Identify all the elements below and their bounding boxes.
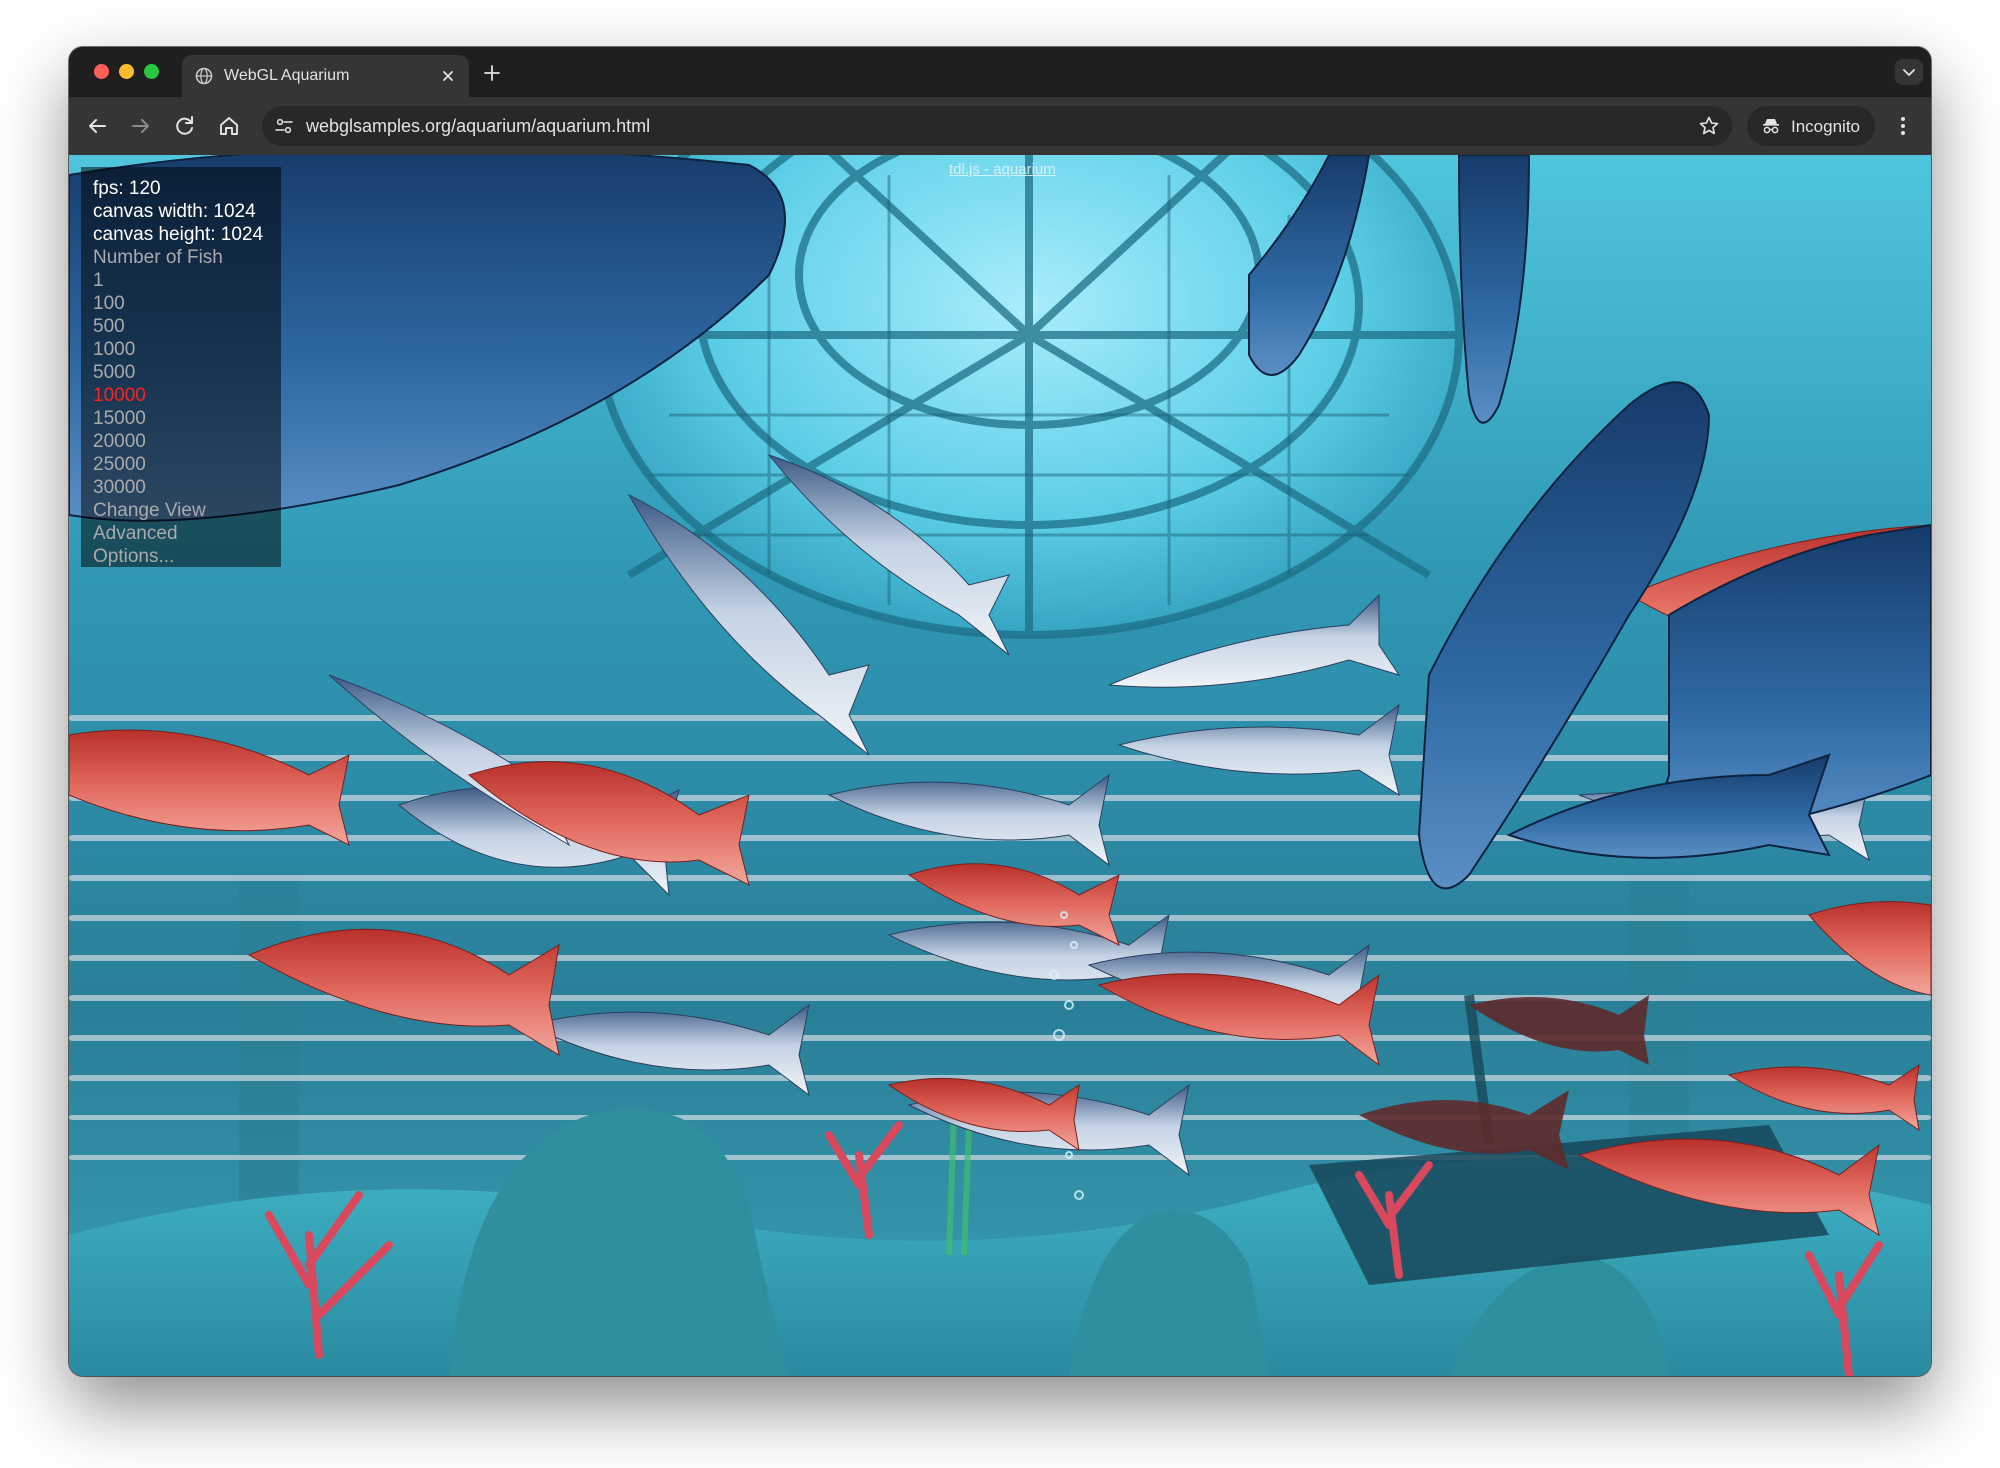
address-bar[interactable]: webglsamples.org/aquarium/aquarium.html bbox=[262, 106, 1732, 146]
info-text: fps: 120 canvas width: 1024 canvas heigh… bbox=[93, 177, 263, 568]
tab-strip: WebGL Aquarium bbox=[69, 47, 1931, 97]
incognito-icon bbox=[1763, 119, 1779, 134]
site-settings-icon[interactable] bbox=[274, 116, 294, 136]
fish-option-20000[interactable]: 20000 bbox=[93, 430, 263, 453]
fish-option-10000[interactable]: 10000 bbox=[93, 384, 263, 407]
aquarium-canvas[interactable] bbox=[69, 155, 1931, 1376]
tab-title: WebGL Aquarium bbox=[224, 67, 350, 84]
fish-option-100[interactable]: 100 bbox=[93, 292, 263, 315]
close-window-button[interactable] bbox=[94, 64, 109, 79]
incognito-profile-button[interactable]: Incognito bbox=[1747, 106, 1875, 146]
toolbar: webglsamples.org/aquarium/aquarium.html … bbox=[69, 97, 1931, 155]
incognito-label: Incognito bbox=[1791, 117, 1860, 136]
fish-option-30000[interactable]: 30000 bbox=[93, 476, 263, 499]
page-content: tdl.js - aquarium fps: 120 canvas width:… bbox=[69, 155, 1931, 1376]
canvas-height-readout: canvas height: 1024 bbox=[93, 224, 264, 245]
minimize-window-button[interactable] bbox=[119, 64, 134, 79]
fish-count-heading: Number of Fish bbox=[93, 247, 223, 268]
tab-webgl-aquarium[interactable]: WebGL Aquarium bbox=[182, 55, 469, 97]
fps-readout: fps: 120 bbox=[93, 178, 161, 199]
page-header: tdl.js - aquarium bbox=[949, 161, 1056, 178]
home-icon[interactable] bbox=[215, 112, 243, 140]
back-arrow-icon[interactable] bbox=[83, 112, 111, 140]
fish-option-5000[interactable]: 5000 bbox=[93, 361, 263, 384]
fish-option-1[interactable]: 1 bbox=[93, 269, 263, 292]
tab-search-button[interactable] bbox=[1895, 59, 1923, 85]
change-view-link[interactable]: Change View bbox=[93, 499, 263, 522]
close-tab-icon[interactable] bbox=[437, 65, 459, 87]
globe-icon bbox=[195, 67, 213, 85]
options-link[interactable]: Options... bbox=[93, 545, 263, 568]
chevron-down-icon bbox=[1903, 69, 1915, 76]
browser-window: WebGL Aquarium webglsamples.org/aquarium… bbox=[69, 47, 1931, 1376]
bookmark-star-icon[interactable] bbox=[1698, 115, 1720, 137]
canvas-width-readout: canvas width: 1024 bbox=[93, 201, 256, 222]
header-separator: - bbox=[979, 161, 994, 178]
new-tab-icon[interactable] bbox=[479, 60, 505, 86]
fish-option-1000[interactable]: 1000 bbox=[93, 338, 263, 361]
advanced-link[interactable]: Advanced bbox=[93, 522, 263, 545]
zoom-window-button[interactable] bbox=[144, 64, 159, 79]
url-text[interactable]: webglsamples.org/aquarium/aquarium.html bbox=[306, 116, 650, 137]
kebab-menu-icon[interactable] bbox=[1889, 112, 1917, 140]
fish-option-15000[interactable]: 15000 bbox=[93, 407, 263, 430]
fish-option-25000[interactable]: 25000 bbox=[93, 453, 263, 476]
tdl-link[interactable]: tdl.js bbox=[949, 161, 980, 178]
header-title: aquarium bbox=[993, 161, 1056, 178]
reload-icon[interactable] bbox=[171, 112, 199, 140]
forward-arrow-icon[interactable] bbox=[127, 112, 155, 140]
fish-option-500[interactable]: 500 bbox=[93, 315, 263, 338]
